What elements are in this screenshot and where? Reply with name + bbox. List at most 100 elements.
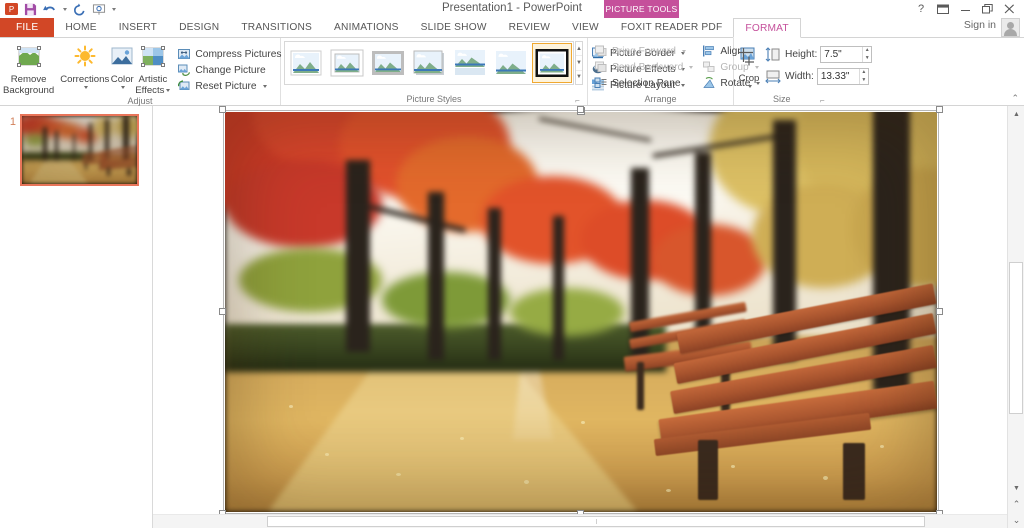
crop-label: Crop bbox=[738, 73, 760, 84]
bench-near bbox=[653, 283, 937, 500]
window-title: Presentation1 - PowerPoint bbox=[442, 2, 582, 14]
corrections-dropdown-icon[interactable] bbox=[83, 86, 88, 89]
remove-background-button[interactable]: Remove Background bbox=[3, 40, 54, 96]
artistic-effects-icon bbox=[140, 42, 166, 72]
resize-handle-top-right[interactable] bbox=[936, 106, 943, 113]
shape-width-field[interactable]: Width: ▲ ▼ bbox=[765, 67, 872, 86]
remove-background-icon bbox=[16, 42, 42, 72]
gallery-more-icon[interactable]: ▼ bbox=[576, 71, 582, 84]
horizontal-scrollbar[interactable] bbox=[153, 514, 1007, 528]
tab-review[interactable]: REVIEW bbox=[498, 18, 561, 37]
tab-insert[interactable]: INSERT bbox=[108, 18, 168, 37]
start-slideshow-icon[interactable] bbox=[90, 1, 107, 17]
resize-handle-top-left[interactable] bbox=[219, 106, 226, 113]
gallery-scroll-up-icon[interactable]: ▲ bbox=[576, 42, 582, 57]
scroll-up-arrow[interactable]: ▲ bbox=[1008, 106, 1024, 122]
width-icon bbox=[765, 69, 782, 84]
tab-home[interactable]: HOME bbox=[54, 18, 107, 37]
height-input[interactable] bbox=[821, 47, 863, 62]
save-icon[interactable] bbox=[22, 1, 39, 17]
help-icon[interactable]: ? bbox=[910, 0, 932, 18]
tab-slide-show[interactable]: SLIDE SHOW bbox=[410, 18, 498, 37]
collapse-ribbon-button[interactable]: ⌃ bbox=[1011, 93, 1019, 104]
slide-thumbnail-photo bbox=[22, 116, 137, 184]
size-dialog-launcher[interactable]: ⌐ bbox=[820, 96, 829, 105]
horizontal-scroll-thumb[interactable] bbox=[267, 516, 925, 527]
picture-style-0[interactable] bbox=[287, 44, 325, 82]
change-picture-button[interactable]: Change Picture bbox=[174, 62, 283, 78]
width-spinner[interactable]: ▲ ▼ bbox=[816, 68, 869, 85]
window-controls: ? bbox=[910, 0, 1020, 18]
width-decrease-icon[interactable]: ▼ bbox=[860, 77, 868, 85]
height-increase-icon[interactable]: ▲ bbox=[863, 47, 871, 55]
color-dropdown-icon[interactable] bbox=[121, 86, 126, 89]
slide-editor[interactable]: ▲ ▼ ⌃ ⌄ bbox=[153, 106, 1024, 528]
tab-view[interactable]: VIEW bbox=[561, 18, 610, 37]
picture-autumn-park-benches[interactable] bbox=[225, 112, 937, 512]
crop-dropdown-icon[interactable] bbox=[748, 85, 752, 88]
picture-style-6[interactable] bbox=[532, 43, 572, 83]
picture-styles-gallery[interactable] bbox=[284, 41, 574, 85]
minimize-button[interactable] bbox=[954, 0, 976, 18]
picture-style-4[interactable] bbox=[451, 44, 489, 82]
slide-list-item-1[interactable]: 1 bbox=[0, 114, 152, 186]
artistic-effects-dropdown-icon[interactable] bbox=[166, 89, 171, 92]
artistic-effects-button[interactable]: Artistic Effects bbox=[135, 40, 171, 96]
send-backward-button[interactable]: Send Backward bbox=[591, 59, 695, 75]
customize-qat-icon[interactable] bbox=[109, 1, 118, 17]
height-spinner[interactable]: ▲ ▼ bbox=[820, 46, 873, 63]
compress-pictures-button[interactable]: Compress Pictures bbox=[174, 46, 283, 62]
ribbon-display-options-icon[interactable] bbox=[932, 0, 954, 18]
picture-styles-dialog-launcher[interactable]: ⌐ bbox=[573, 96, 582, 105]
gallery-scroll-down-icon[interactable]: ▼ bbox=[576, 56, 582, 71]
resize-handle-middle-right[interactable] bbox=[936, 308, 943, 315]
reset-picture-button[interactable]: Reset Picture bbox=[174, 78, 283, 94]
bring-forward-button[interactable]: Bring Forward bbox=[591, 43, 695, 59]
resize-handle-top-center[interactable] bbox=[577, 106, 584, 113]
picture-style-2[interactable] bbox=[369, 44, 407, 82]
color-label: Color bbox=[110, 74, 134, 85]
color-button[interactable]: Color bbox=[109, 40, 135, 89]
tab-animations[interactable]: ANIMATIONS bbox=[323, 18, 410, 37]
undo-icon[interactable] bbox=[41, 1, 58, 17]
next-slide-button[interactable]: ⌄ bbox=[1008, 512, 1024, 528]
send-backward-label: Send Backward bbox=[612, 61, 684, 73]
vertical-scrollbar[interactable]: ▲ ▼ ⌃ ⌄ bbox=[1007, 106, 1024, 528]
reset-picture-dropdown-icon[interactable] bbox=[262, 84, 267, 88]
powerpoint-logo-icon[interactable]: P bbox=[3, 1, 20, 17]
vertical-scroll-thumb[interactable] bbox=[1009, 262, 1023, 414]
restore-button[interactable] bbox=[976, 0, 998, 18]
picture-styles-gallery-scroll[interactable]: ▲ ▼ ▼ bbox=[575, 41, 583, 85]
avatar[interactable] bbox=[1001, 18, 1020, 37]
tab-transitions[interactable]: TRANSITIONS bbox=[230, 18, 323, 37]
previous-slide-button[interactable]: ⌃ bbox=[1008, 496, 1024, 512]
group-icon bbox=[701, 60, 716, 75]
vertical-scroll-track[interactable] bbox=[1008, 122, 1024, 480]
picture-style-1[interactable] bbox=[328, 44, 366, 82]
crop-button[interactable]: Crop bbox=[737, 43, 761, 88]
scroll-down-arrow[interactable]: ▼ bbox=[1008, 480, 1024, 496]
undo-dropdown-icon[interactable] bbox=[60, 1, 69, 17]
resize-handle-middle-left[interactable] bbox=[219, 308, 226, 315]
corrections-button[interactable]: Corrections bbox=[60, 40, 109, 89]
send-backward-dropdown-icon[interactable] bbox=[689, 65, 694, 69]
tab-foxit-reader-pdf[interactable]: FOXIT READER PDF bbox=[610, 18, 734, 37]
slides-thumbnail-pane: 1 bbox=[0, 106, 153, 528]
bring-forward-dropdown-icon[interactable] bbox=[681, 49, 686, 53]
shape-height-field[interactable]: Height: ▲ ▼ bbox=[765, 45, 873, 64]
height-decrease-icon[interactable]: ▼ bbox=[863, 55, 871, 63]
width-increase-icon[interactable]: ▲ bbox=[860, 69, 868, 77]
picture-style-5[interactable] bbox=[492, 44, 530, 82]
change-picture-icon bbox=[176, 63, 191, 78]
slide-surface[interactable] bbox=[225, 112, 937, 512]
tab-format[interactable]: FORMAT bbox=[733, 18, 801, 38]
redo-icon[interactable] bbox=[71, 1, 88, 17]
width-input[interactable] bbox=[817, 69, 859, 84]
selection-pane-button[interactable]: Selection Pane bbox=[591, 75, 695, 91]
tab-design[interactable]: DESIGN bbox=[168, 18, 230, 37]
slide-thumbnail-1[interactable] bbox=[20, 114, 139, 186]
sign-in-link[interactable]: Sign in bbox=[964, 19, 996, 31]
close-button[interactable] bbox=[998, 0, 1020, 18]
tab-file[interactable]: FILE bbox=[0, 18, 55, 37]
picture-style-3[interactable] bbox=[410, 44, 448, 82]
